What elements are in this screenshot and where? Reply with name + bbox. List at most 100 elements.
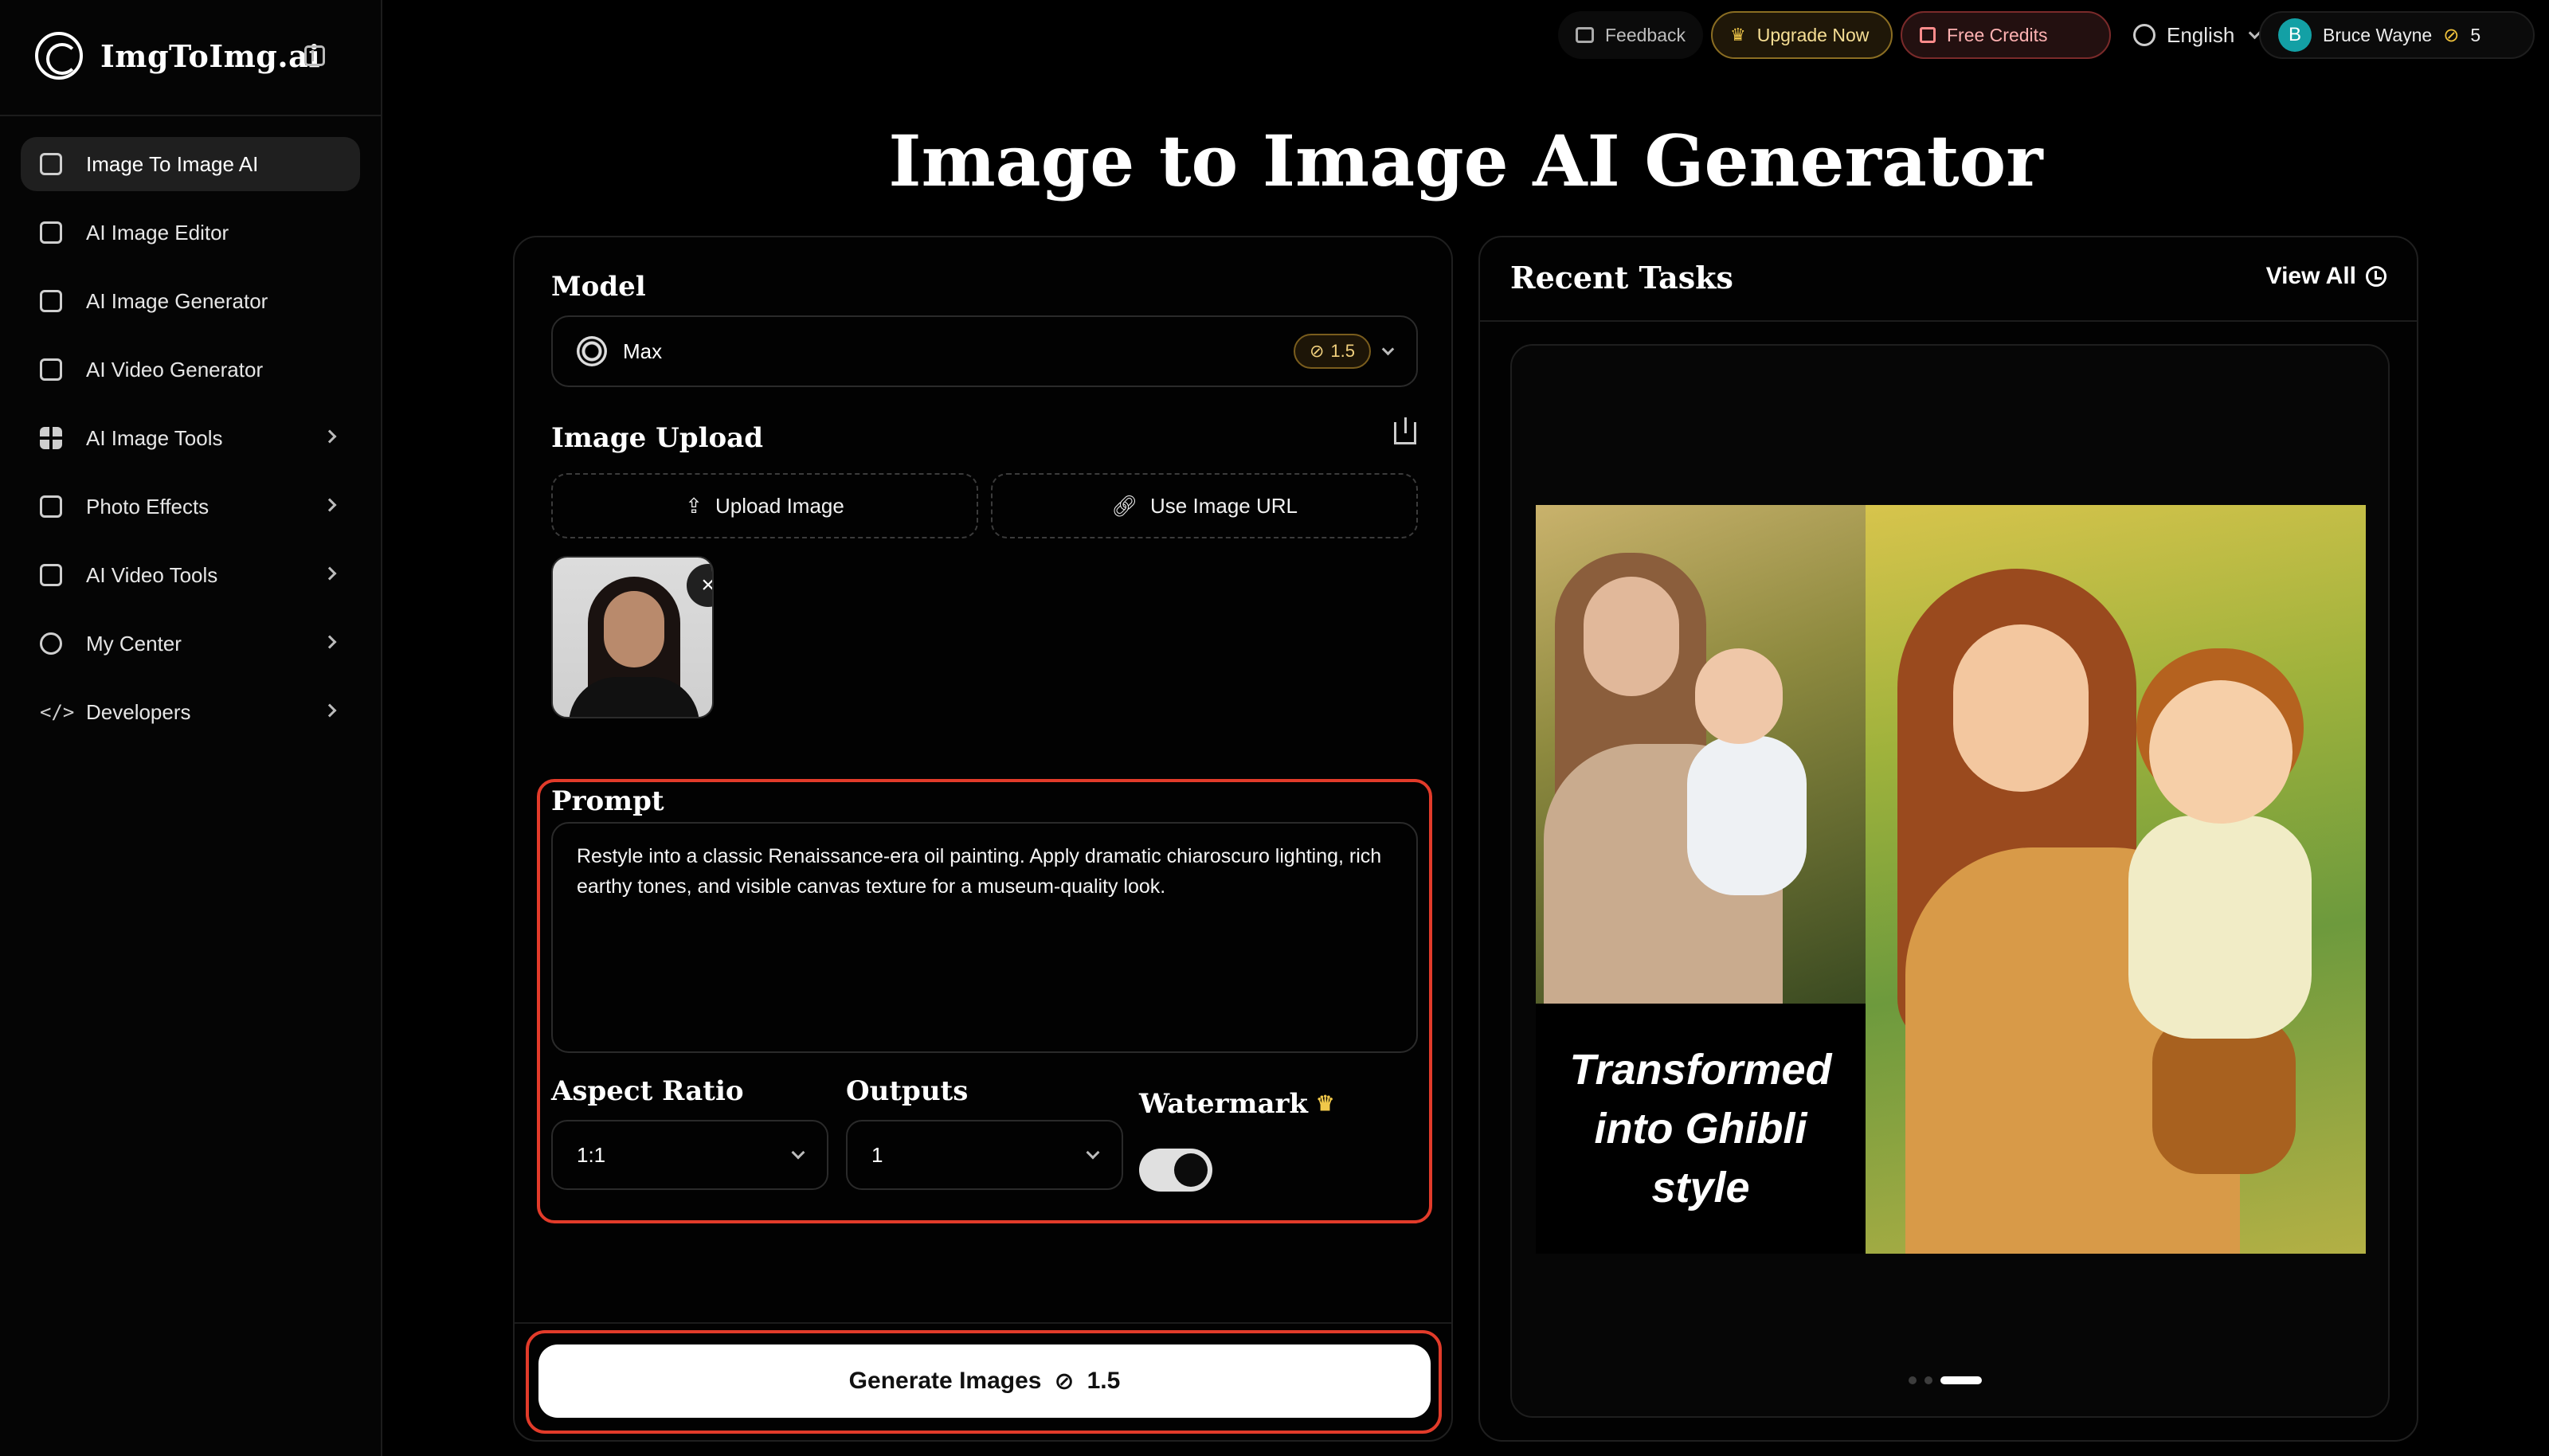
chevron-right-icon	[323, 635, 337, 649]
logo-text: ImgToImg.ai	[100, 37, 321, 74]
sidebar-item-label: Image To Image AI	[86, 151, 259, 176]
logo[interactable]: ImgToImg.ai	[35, 32, 320, 80]
close-icon: ×	[701, 572, 712, 599]
ghibli-result	[1866, 505, 2366, 1254]
showcase-image: Transformed into Ghibli style	[1536, 505, 2366, 1254]
original-photo	[1536, 505, 1866, 1004]
caption-box: Transformed into Ghibli style	[1536, 1004, 1866, 1254]
upload-icon[interactable]	[1394, 417, 1416, 444]
sidebar-item-label: AI Video Tools	[86, 562, 218, 587]
language-label: English	[2167, 22, 2235, 47]
carousel-dot[interactable]	[1909, 1376, 1917, 1384]
upload-image-button[interactable]: ⇪ Upload Image	[551, 473, 978, 538]
ghibli-child-body	[2128, 816, 2312, 1039]
free-credits-label: Free Credits	[1947, 24, 2048, 45]
sidebar-nav: Image To Image AI AI Image Editor AI Ima…	[21, 137, 360, 753]
chevron-down-icon	[791, 1145, 805, 1160]
carousel-dot[interactable]	[1924, 1376, 1932, 1384]
chevron-right-icon	[323, 566, 337, 581]
photo-mother-face	[1584, 577, 1679, 696]
remove-image-button[interactable]: ×	[687, 564, 712, 607]
toggle-knob	[1174, 1153, 1208, 1187]
sidebar-item-label: Photo Effects	[86, 494, 209, 519]
recent-tasks-title: Recent Tasks	[1510, 260, 1733, 296]
chevron-right-icon	[323, 703, 337, 718]
model-label: Model	[551, 271, 646, 303]
feedback-label: Feedback	[1604, 24, 1686, 45]
model-cost-badge: ⊘ 1.5	[1293, 334, 1371, 369]
sidebar-divider	[0, 115, 382, 116]
sparkles-icon	[40, 290, 62, 312]
sidebar-item-image-tools[interactable]: AI Image Tools	[21, 411, 360, 465]
chevron-right-icon	[323, 498, 337, 512]
upload-icon: ⇪	[685, 493, 703, 518]
prompt-textarea[interactable]: Restyle into a classic Renaissance-era o…	[551, 822, 1418, 1053]
edit-icon	[40, 221, 62, 244]
use-image-url-label: Use Image URL	[1150, 493, 1298, 518]
watermark-label-row: Watermark ♛	[1139, 1088, 1334, 1120]
credits-icon: ⊘	[1054, 1368, 1075, 1395]
recent-tasks-panel: Recent Tasks View All Transformed into G…	[1478, 236, 2418, 1442]
chat-icon	[1576, 27, 1594, 43]
outputs-value: 1	[871, 1142, 883, 1167]
sidebar-item-photo-effects[interactable]: Photo Effects	[21, 479, 360, 534]
watermark-toggle[interactable]	[1139, 1149, 1212, 1192]
model-cost: 1.5	[1330, 341, 1355, 361]
sidebar-item-developers[interactable]: </> Developers	[21, 685, 360, 739]
prompt-label: Prompt	[551, 785, 664, 817]
credits-icon: ⊘	[2443, 24, 2460, 46]
avatar: B	[2278, 18, 2312, 52]
sidebar-item-image-generator[interactable]: AI Image Generator	[21, 274, 360, 328]
model-select[interactable]: Max ⊘ 1.5	[551, 315, 1418, 387]
use-image-url-button[interactable]: 🔗︎ Use Image URL	[991, 473, 1418, 538]
feedback-button[interactable]: Feedback	[1558, 11, 1703, 59]
history-icon	[2366, 266, 2387, 287]
logo-swirl-icon	[35, 32, 83, 80]
carousel-dot-active[interactable]	[1940, 1376, 1982, 1384]
sidebar-item-video-tools[interactable]: AI Video Tools	[21, 548, 360, 602]
link-icon: 🔗︎	[1111, 493, 1138, 518]
watermark-label: Watermark	[1139, 1088, 1308, 1120]
thumb-face	[604, 591, 664, 667]
view-all-label: View All	[2265, 263, 2356, 289]
upgrade-label: Upgrade Now	[1756, 24, 1870, 45]
aspect-ratio-select[interactable]: 1:1	[551, 1120, 828, 1190]
upgrade-button[interactable]: ♛ Upgrade Now	[1711, 11, 1893, 59]
code-icon: </>	[40, 701, 75, 723]
free-credits-button[interactable]: Free Credits	[1901, 11, 2111, 59]
user-menu[interactable]: B Bruce Wayne ⊘ 5	[2259, 11, 2535, 59]
film-icon	[40, 564, 62, 586]
sidebar-collapse-icon[interactable]	[304, 45, 325, 66]
sidebar-item-label: AI Image Generator	[86, 288, 268, 313]
showcase-carousel[interactable]: Transformed into Ghibli style	[1510, 344, 2390, 1418]
ghibli-child-legs	[2152, 1015, 2296, 1174]
photo-baby-body	[1687, 736, 1807, 895]
user-circle-icon	[40, 632, 62, 655]
view-all-button[interactable]: View All	[2266, 263, 2387, 290]
sidebar-item-image-editor[interactable]: AI Image Editor	[21, 205, 360, 260]
sidebar-item-label: My Center	[86, 631, 182, 656]
generate-label: Generate Images	[848, 1368, 1042, 1394]
user-name: Bruce Wayne	[2323, 24, 2433, 45]
chevron-down-icon	[1381, 342, 1395, 355]
generate-images-button[interactable]: Generate Images ⊘ 1.5	[538, 1344, 1431, 1418]
recent-divider	[1480, 320, 2417, 322]
sidebar-item-video-generator[interactable]: AI Video Generator	[21, 342, 360, 397]
chevron-right-icon	[323, 429, 337, 444]
sidebar-item-label: AI Image Tools	[86, 425, 223, 450]
sidebar-item-label: Developers	[86, 699, 191, 724]
sidebar-item-label: AI Video Generator	[86, 357, 264, 382]
gift-icon	[1920, 27, 1936, 43]
uploaded-image-thumbnail[interactable]: ×	[551, 556, 714, 718]
sidebar-item-my-center[interactable]: My Center	[21, 616, 360, 671]
aspect-ratio-label: Aspect Ratio	[551, 1075, 744, 1107]
sidebar: ImgToImg.ai Image To Image AI AI Image E…	[0, 0, 382, 1456]
ghibli-mother-face	[1953, 624, 2089, 792]
model-logo-icon	[577, 336, 607, 366]
sidebar-item-image-to-image[interactable]: Image To Image AI	[21, 137, 360, 191]
crown-icon: ♛	[1730, 25, 1746, 45]
credits-count: 5	[2470, 24, 2481, 45]
globe-icon	[2133, 24, 2155, 46]
outputs-select[interactable]: 1	[846, 1120, 1123, 1190]
crown-icon: ♛	[1316, 1092, 1335, 1116]
